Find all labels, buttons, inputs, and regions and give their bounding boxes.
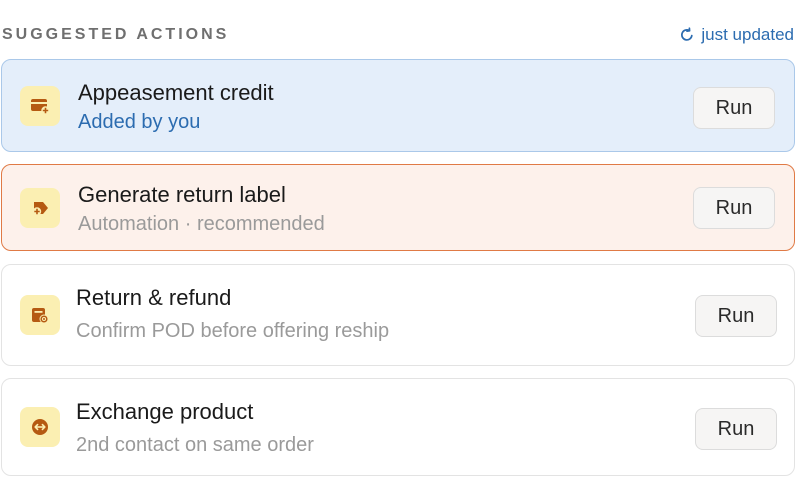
action-subtitle: Confirm POD before offering reship <box>76 320 390 342</box>
action-title: Exchange product <box>76 399 254 424</box>
section-title: SUGGESTED ACTIONS <box>2 26 230 43</box>
action-card-generate-return-label[interactable]: Generate return label Automation · recom… <box>1 164 795 251</box>
action-subtitle: Automation · recommended <box>78 213 325 235</box>
action-card-return-refund[interactable]: Return & refund Confirm POD before offer… <box>1 264 795 366</box>
run-button[interactable]: Run <box>695 408 777 450</box>
update-status[interactable]: just updated <box>679 25 794 45</box>
refresh-icon[interactable] <box>679 27 695 43</box>
credit-card-plus-icon <box>20 85 60 126</box>
action-card-exchange-product[interactable]: Exchange product 2nd contact on same ord… <box>1 378 795 476</box>
action-title: Return & refund <box>76 285 232 310</box>
return-box-icon <box>20 295 60 335</box>
action-subtitle: Added by you <box>78 111 201 133</box>
action-card-appeasement-credit[interactable]: Appeasement credit Added by you Run <box>1 59 795 152</box>
action-title: Generate return label <box>78 182 286 207</box>
run-button[interactable]: Run <box>695 295 777 337</box>
tag-plus-icon <box>20 187 60 228</box>
run-button[interactable]: Run <box>693 87 775 129</box>
exchange-arrows-icon <box>20 407 60 447</box>
action-subtitle: 2nd contact on same order <box>76 434 314 456</box>
action-title: Appeasement credit <box>78 80 274 105</box>
run-button[interactable]: Run <box>693 187 775 229</box>
update-status-text: just updated <box>701 25 794 44</box>
